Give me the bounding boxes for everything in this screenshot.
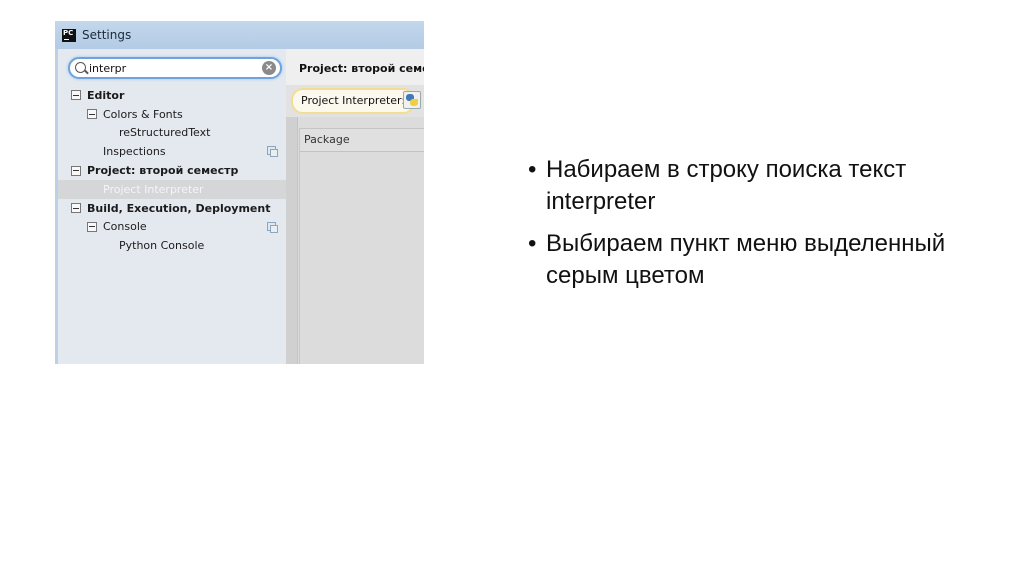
splitter[interactable]	[286, 117, 298, 364]
packages-table: Package	[299, 128, 424, 364]
content-header: Project: второй семе	[286, 49, 424, 86]
collapse-icon[interactable]	[71, 165, 81, 176]
window-title: Settings	[82, 28, 132, 42]
tree-item-build-execution-deployment[interactable]: Build, Execution, Deployment	[58, 199, 286, 218]
tree-item-label: Editor	[87, 88, 125, 102]
tree-item-label: Build, Execution, Deployment	[87, 201, 271, 215]
bullet-item: Выбираем пункт меню выделенный серым цве…	[528, 228, 948, 292]
collapse-icon[interactable]	[71, 203, 81, 214]
tree-item-label: Project: второй семестр	[87, 164, 239, 178]
page-title: Project: второй семе	[299, 62, 424, 75]
tree-item-label: Project Interpreter	[103, 182, 204, 196]
tree-item-colors-fonts[interactable]: Colors & Fonts	[58, 105, 286, 124]
tree-item-restructuredtext[interactable]: reStructuredText	[58, 124, 286, 143]
collapse-icon[interactable]	[71, 90, 81, 101]
search-icon	[75, 62, 86, 73]
interpreter-row: Project Interpreter:	[286, 85, 424, 117]
slide-bullets: Набираем в строку поиска текст interpret…	[528, 154, 948, 302]
search-box[interactable]: ×	[68, 57, 282, 79]
tree-item-label: Python Console	[119, 239, 205, 253]
project-settings-icon	[267, 146, 278, 158]
tree-item-label: Inspections	[103, 145, 166, 159]
settings-tree: Editor Colors & Fonts reStructuredText I…	[58, 86, 286, 255]
tree-item-label: Console	[103, 220, 147, 234]
settings-content: Project: второй семе Project Interpreter…	[286, 49, 424, 364]
settings-window: PC Settings × Editor Colors & Fonts reSt…	[55, 21, 424, 364]
pycharm-logo-icon: PC	[62, 28, 76, 42]
project-interpreter-label: Project Interpreter:	[291, 88, 416, 114]
search-input[interactable]	[89, 60, 259, 76]
title-bar: PC Settings	[55, 21, 424, 49]
tree-item-python-console[interactable]: Python Console	[58, 236, 286, 255]
python-icon[interactable]	[403, 91, 421, 109]
tree-item-inspections[interactable]: Inspections	[58, 142, 286, 161]
clear-search-icon[interactable]: ×	[262, 61, 276, 75]
tree-item-project[interactable]: Project: второй семестр	[58, 161, 286, 180]
tree-item-label: reStructuredText	[119, 126, 211, 140]
settings-sidebar: × Editor Colors & Fonts reStructuredText…	[55, 49, 286, 364]
tree-item-project-interpreter[interactable]: Project Interpreter	[58, 179, 286, 199]
tree-item-editor[interactable]: Editor	[58, 86, 286, 105]
project-settings-icon	[267, 221, 278, 233]
collapse-icon[interactable]	[87, 221, 97, 232]
collapse-icon[interactable]	[87, 109, 97, 120]
tree-item-label: Colors & Fonts	[103, 107, 183, 121]
bullet-item: Набираем в строку поиска текст interpret…	[528, 154, 948, 218]
column-header-package[interactable]: Package	[300, 129, 424, 152]
tree-item-console[interactable]: Console	[58, 218, 286, 237]
